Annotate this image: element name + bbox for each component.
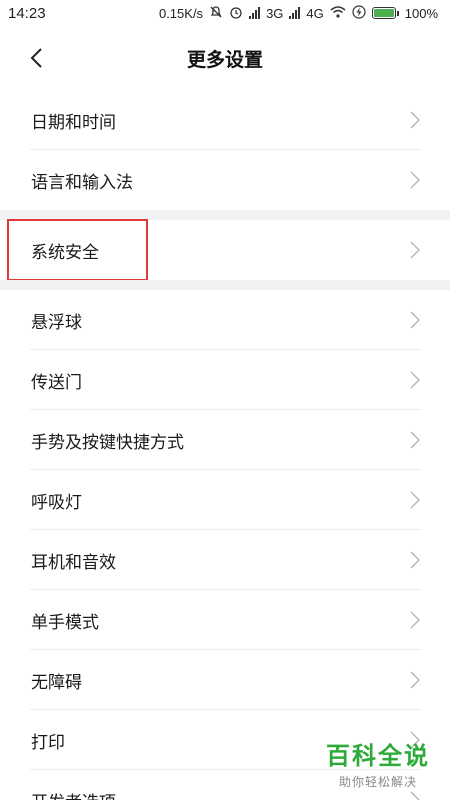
net-speed: 0.15K/s: [158, 5, 204, 21]
settings-item-label: 语言和输入法: [31, 172, 133, 193]
settings-item-label: 日期和时间: [31, 112, 116, 133]
signal-icon-2: [289, 7, 301, 19]
chevron-right-icon: [410, 431, 420, 449]
mute-icon: [209, 5, 223, 22]
settings-item-language-input[interactable]: 语言和输入法: [0, 150, 450, 210]
chevron-right-icon: [410, 491, 420, 509]
battery-icon: [371, 7, 399, 19]
back-icon[interactable]: [24, 44, 52, 72]
settings-item-label: 悬浮球: [31, 312, 82, 333]
chevron-right-icon: [410, 311, 420, 329]
settings-item-label: 耳机和音效: [31, 552, 116, 573]
section-gap: [0, 280, 450, 290]
chevron-right-icon: [410, 111, 420, 129]
settings-item-floating-ball[interactable]: 悬浮球: [0, 290, 450, 350]
charging-icon: [352, 4, 366, 22]
settings-item-label: 呼吸灯: [31, 492, 82, 513]
chevron-right-icon: [410, 171, 420, 189]
chevron-right-icon: [410, 611, 420, 629]
settings-item-label: 传送门: [31, 372, 82, 393]
settings-item-accessibility[interactable]: 无障碍: [0, 650, 450, 710]
network-3g: 3G: [266, 5, 284, 21]
settings-item-label: 单手模式: [31, 612, 99, 633]
chevron-right-icon: [410, 241, 420, 259]
section-gap: [0, 210, 450, 220]
alarm-icon: [229, 5, 243, 22]
settings-item-label: 系统安全: [31, 242, 99, 263]
settings-item-portal[interactable]: 传送门: [0, 350, 450, 410]
settings-item-label: 开发者选项: [31, 788, 116, 800]
page-title: 更多设置: [186, 48, 263, 71]
battery-percent: 100%: [404, 5, 438, 21]
chevron-right-icon: [410, 791, 420, 800]
signal-icon: [249, 7, 261, 19]
wifi-icon: [330, 5, 346, 21]
header: 更多设置: [0, 26, 450, 90]
status-bar: 14:23 0.15K/s 3G 4G 100%: [0, 0, 450, 26]
settings-item-label: 无障碍: [31, 672, 82, 693]
status-icons: 0.15K/s 3G 4G 100%: [158, 4, 438, 22]
network-4g: 4G: [306, 5, 324, 21]
chevron-right-icon: [410, 371, 420, 389]
settings-item-one-hand-mode[interactable]: 单手模式: [0, 590, 450, 650]
status-time: 14:23: [8, 4, 46, 22]
chevron-right-icon: [410, 671, 420, 689]
settings-item-headphones-audio[interactable]: 耳机和音效: [0, 530, 450, 590]
watermark: 百科全说 助你轻松解决: [320, 736, 436, 790]
settings-item-date-time[interactable]: 日期和时间: [0, 90, 450, 150]
watermark-title: 百科全说: [326, 742, 430, 770]
settings-item-label: 打印: [31, 732, 65, 753]
watermark-subtitle: 助你轻松解决: [338, 775, 417, 789]
settings-item-label: 手势及按键快捷方式: [31, 432, 184, 453]
chevron-right-icon: [410, 551, 420, 569]
settings-item-system-security[interactable]: 系统安全: [0, 220, 450, 280]
settings-item-gestures-shortcuts[interactable]: 手势及按键快捷方式: [0, 410, 450, 470]
settings-item-breathing-light[interactable]: 呼吸灯: [0, 470, 450, 530]
